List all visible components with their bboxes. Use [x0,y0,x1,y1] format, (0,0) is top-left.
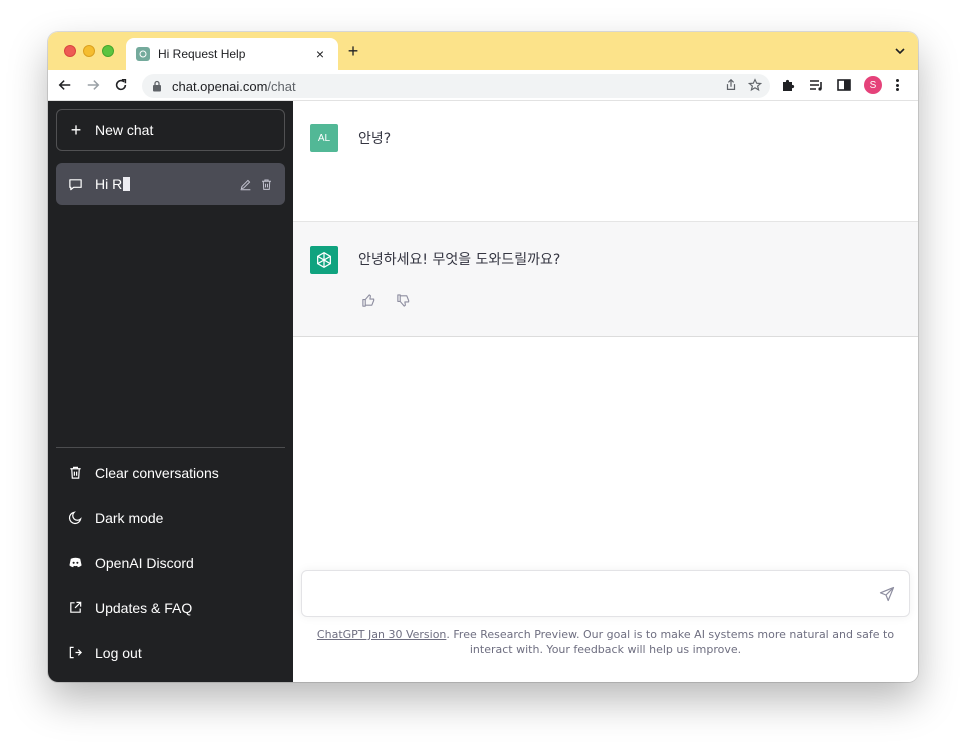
sidebar-divider [56,447,285,448]
side-panel-icon[interactable] [836,77,852,93]
minimize-window-button[interactable] [83,45,95,57]
url-host: chat.openai.com [172,78,268,94]
bookmark-star-icon[interactable] [748,78,762,92]
clear-conversations-label: Clear conversations [95,464,219,481]
openai-discord-label: OpenAI Discord [95,554,194,571]
log-out-button[interactable]: Log out [56,630,285,675]
new-chat-button[interactable]: + New chat [56,109,285,151]
openai-favicon-icon [136,47,150,61]
user-message-text: 안녕? [358,131,392,147]
external-link-icon [70,601,82,613]
dark-mode-button[interactable]: Dark mode [56,495,285,540]
back-button[interactable] [54,74,76,96]
extensions-puzzle-icon[interactable] [780,77,796,93]
share-icon[interactable] [724,78,738,92]
plus-icon: + [70,120,82,140]
text-cursor [123,177,131,191]
sidebar-links: Clear conversations Dark mode OpenAI Dis… [56,450,285,675]
browser-toolbar: chat.openai.com/chat S [48,70,918,101]
trash-icon [70,466,81,479]
assistant-message-text: 안녕하세요! 무엇을 도와드릴까요? [358,252,561,268]
close-window-button[interactable] [64,45,76,57]
browser-window: Hi Request Help × + chat.openai.com/chat [48,32,918,682]
reload-button[interactable] [110,74,132,96]
user-avatar: AL [310,124,338,152]
openai-logo-icon [310,246,338,274]
url-path: /chat [267,78,296,94]
chevron-down-icon[interactable] [894,45,906,57]
conversation-item[interactable]: Hi R [56,163,285,205]
more-options-icon[interactable] [894,77,900,93]
zoom-window-button[interactable] [102,45,114,57]
arrow-left-icon [58,80,71,90]
tab-title: Hi Request Help [158,47,246,61]
footer-disclaimer: ChatGPT Jan 30 Version. Free Research Pr… [313,627,898,657]
log-out-label: Log out [95,644,142,661]
updates-faq-label: Updates & FAQ [95,599,193,616]
new-tab-button[interactable]: + [344,42,362,60]
send-button[interactable] [879,586,897,604]
openai-discord-link[interactable]: OpenAI Discord [56,540,285,585]
thumbs-down-icon[interactable] [396,293,411,308]
lock-icon [153,80,161,92]
browser-tab[interactable]: Hi Request Help × [126,38,338,70]
media-queue-icon[interactable] [808,77,824,93]
tab-close-icon[interactable]: × [312,46,328,62]
chat-main: AL 안녕? 안녕하세요! 무엇을 도와드릴까요? ChatGPT Jan 30… [293,101,918,682]
sidebar: + New chat Hi R Clear conversations Dark… [48,101,293,682]
updates-faq-link[interactable]: Updates & FAQ [56,585,285,630]
dark-mode-label: Dark mode [95,509,164,526]
user-message: AL 안녕? [293,101,918,222]
message-composer [301,570,910,617]
thumbs-up-icon[interactable] [361,293,376,308]
disclaimer-text: . Free Research Preview. Our goal is to … [446,628,895,656]
message-input[interactable] [314,581,874,607]
moon-icon [68,511,82,525]
arrow-right-icon [87,80,100,90]
send-icon [879,586,895,602]
pencil-icon[interactable] [239,178,252,191]
trash-icon[interactable] [260,178,273,191]
conversation-title-input[interactable]: Hi R [95,176,122,192]
assistant-message: 안녕하세요! 무엇을 도와드릴까요? [293,222,918,337]
chatgpt-app: + New chat Hi R Clear conversations Dark… [48,101,918,682]
discord-icon [69,557,82,568]
profile-avatar[interactable]: S [864,76,882,94]
tab-strip: Hi Request Help × + [48,32,918,70]
logout-icon [69,646,82,659]
version-link[interactable]: ChatGPT Jan 30 Version [317,628,446,641]
chat-bubble-icon [69,178,82,190]
forward-button[interactable] [82,74,104,96]
reload-icon [115,78,127,91]
address-bar[interactable]: chat.openai.com/chat [142,74,770,98]
new-chat-label: New chat [95,122,154,138]
clear-conversations-button[interactable]: Clear conversations [56,450,285,495]
